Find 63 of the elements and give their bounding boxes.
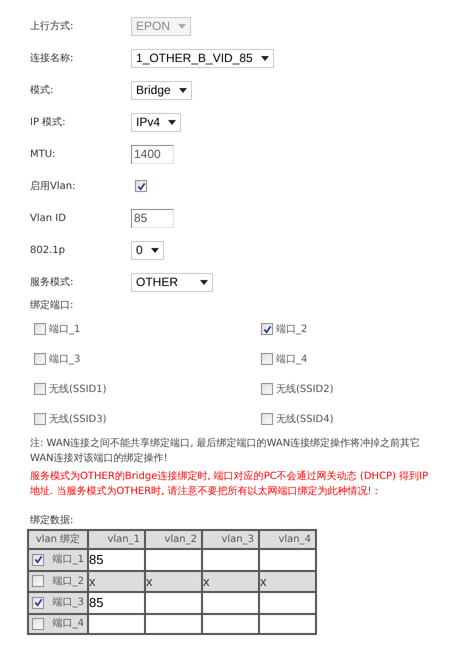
field-label: 模式: [30, 84, 54, 98]
checkbox[interactable] [261, 413, 273, 425]
dropdown[interactable]: IPv4 [131, 112, 182, 132]
caret-icon [150, 248, 159, 252]
field-label: 上行方式: [30, 20, 74, 34]
checkbox-label: 端口_4 [276, 352, 308, 366]
caret-icon [260, 56, 269, 60]
dropdown[interactable]: Bridge [131, 80, 192, 100]
input-field[interactable]: 1400 [131, 144, 174, 164]
row-label: 端口_2 [52, 574, 84, 589]
table-input[interactable] [202, 592, 259, 614]
dropdown[interactable]: 1_OTHER_B_VID_85 [131, 48, 274, 68]
checkbox-label: 无线(SSID2) [276, 382, 334, 396]
checkbox[interactable] [32, 596, 44, 609]
checkbox[interactable] [261, 383, 273, 395]
checkbox-label: 端口_2 [276, 322, 308, 336]
table-input[interactable]: 85 [88, 549, 145, 570]
caret-icon [168, 120, 176, 124]
field-label: 连接名称: [30, 52, 74, 66]
checkbox[interactable] [34, 413, 46, 425]
field-label: 服务模式: [30, 276, 74, 290]
dropdown[interactable]: OTHER [131, 272, 213, 292]
checkbox[interactable] [32, 554, 44, 566]
field-label: 802.1p [30, 244, 66, 258]
field-label: IP 模式: [30, 116, 67, 130]
section-label: 绑定端口: [30, 298, 74, 313]
dropdown[interactable]: 0 [131, 240, 164, 260]
warning-text: 服务模式为OTHER的Bridge连接绑定时, 端口对应的PC不会通过网关动态 (DHCP) 得到IP地址. 当服务模式为OTHER时, 请注意不要把所有以太网端口绑定为此种情况! : [30, 470, 430, 499]
table-input[interactable] [145, 592, 202, 614]
checkbox-label: 无线(SSID1) [49, 382, 107, 396]
column-header: vlan_1 [88, 530, 145, 549]
table-input[interactable] [259, 549, 316, 570]
field-label: Vlan ID [30, 212, 67, 226]
input-field[interactable]: 85 [131, 208, 174, 228]
checkbox[interactable] [34, 383, 46, 395]
table-input[interactable] [202, 549, 259, 570]
column-header: vlan_4 [259, 530, 316, 549]
row-label: 端口_4 [52, 616, 84, 631]
table-input[interactable] [259, 592, 316, 614]
column-header: vlan_2 [145, 530, 202, 549]
checkbox-label: 无线(SSID3) [49, 412, 107, 426]
table-input[interactable] [145, 549, 202, 570]
checkbox[interactable] [32, 618, 44, 630]
checkbox-label: 无线(SSID4) [276, 412, 334, 426]
row-label: 端口_1 [52, 552, 84, 568]
field-label: 启用Vlan: [30, 180, 76, 194]
note-text: 注: WAN连接之间不能共享绑定端口, 最后绑定端口的WAN连接绑定操作将冲掉之前其它WAN连接对该端口的绑定操作! [30, 436, 422, 466]
checkbox[interactable] [261, 323, 273, 335]
column-header: vlan 绑定 [28, 530, 88, 549]
caret-icon [178, 24, 186, 28]
checkbox[interactable] [34, 323, 46, 335]
checkbox[interactable] [135, 180, 147, 192]
checkbox-label: 端口_1 [49, 322, 80, 336]
caret-icon [178, 88, 187, 92]
section-label: 绑定数据: [30, 514, 74, 527]
checkbox[interactable] [261, 353, 273, 365]
caret-icon [200, 280, 208, 284]
checkbox[interactable] [34, 353, 46, 365]
table-input[interactable]: 85 [88, 592, 145, 614]
row-label: 端口_3 [52, 596, 84, 610]
field-label: MTU: [30, 148, 56, 162]
checkbox-label: 端口_3 [49, 352, 80, 366]
column-header: vlan_3 [202, 530, 259, 549]
